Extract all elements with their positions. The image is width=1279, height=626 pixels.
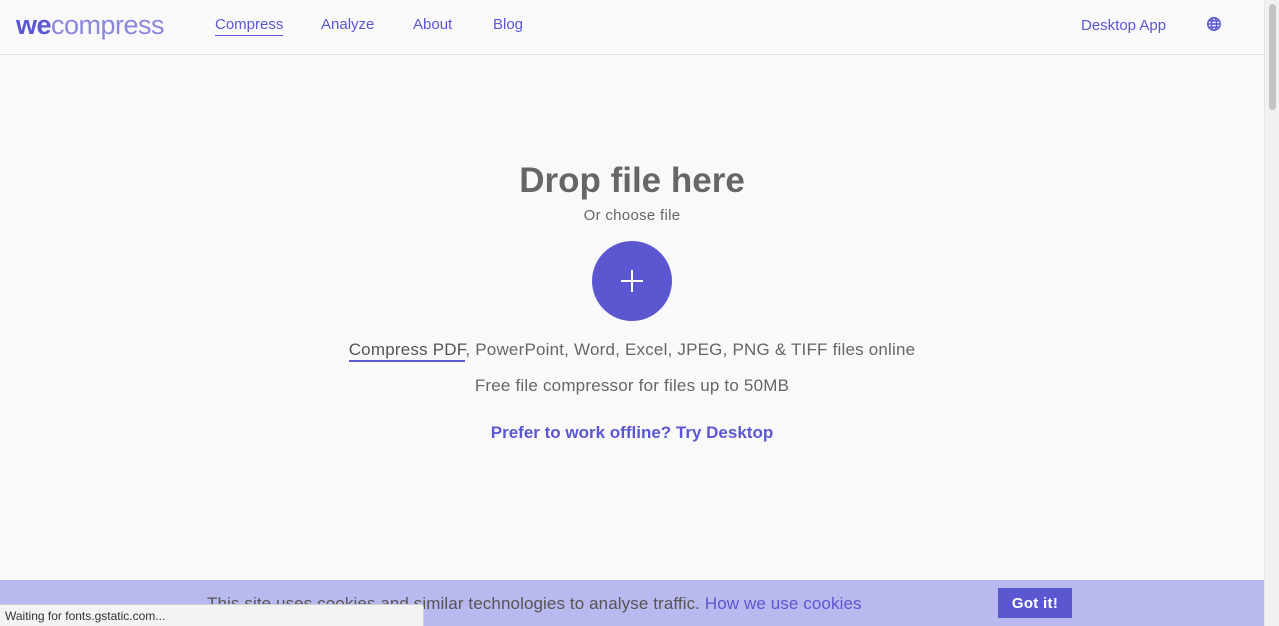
supported-formats: Compress PDF, PowerPoint, Word, Excel, J… bbox=[0, 340, 1264, 362]
scrollbar-thumb[interactable] bbox=[1269, 4, 1276, 110]
choose-file-text[interactable]: Or choose file bbox=[0, 207, 1264, 224]
page: wecompress Compress Analyze About Blog D… bbox=[0, 0, 1279, 626]
formats-text: , PowerPoint, Word, Excel, JPEG, PNG & T… bbox=[465, 340, 916, 359]
nav-desktop-app[interactable]: Desktop App bbox=[1081, 17, 1166, 35]
add-file-button[interactable] bbox=[592, 241, 672, 321]
plus-icon bbox=[621, 270, 643, 292]
try-desktop-link[interactable]: Prefer to work offline? Try Desktop bbox=[0, 423, 1264, 443]
free-size-text: Free file compressor for files up to 50M… bbox=[474, 376, 790, 395]
nav-compress[interactable]: Compress bbox=[215, 16, 284, 36]
logo-we: we bbox=[16, 10, 52, 40]
nav-about[interactable]: About bbox=[413, 16, 452, 34]
browser-status-bar: Waiting for fonts.gstatic.com... bbox=[0, 604, 424, 626]
logo[interactable]: wecompress bbox=[16, 10, 165, 40]
header: wecompress Compress Analyze About Blog D… bbox=[0, 0, 1264, 55]
got-it-button[interactable]: Got it! bbox=[998, 588, 1072, 618]
drop-title: Drop file here bbox=[519, 161, 745, 200]
logo-compress: compress bbox=[51, 10, 165, 40]
globe-icon[interactable] bbox=[1206, 16, 1222, 32]
nav-blog[interactable]: Blog bbox=[493, 16, 523, 34]
compress-pdf-link[interactable]: Compress PDF bbox=[348, 340, 466, 362]
scrollbar[interactable] bbox=[1264, 0, 1279, 626]
cookie-policy-link[interactable]: How we use cookies bbox=[705, 594, 862, 613]
nav-analyze[interactable]: Analyze bbox=[321, 16, 374, 34]
